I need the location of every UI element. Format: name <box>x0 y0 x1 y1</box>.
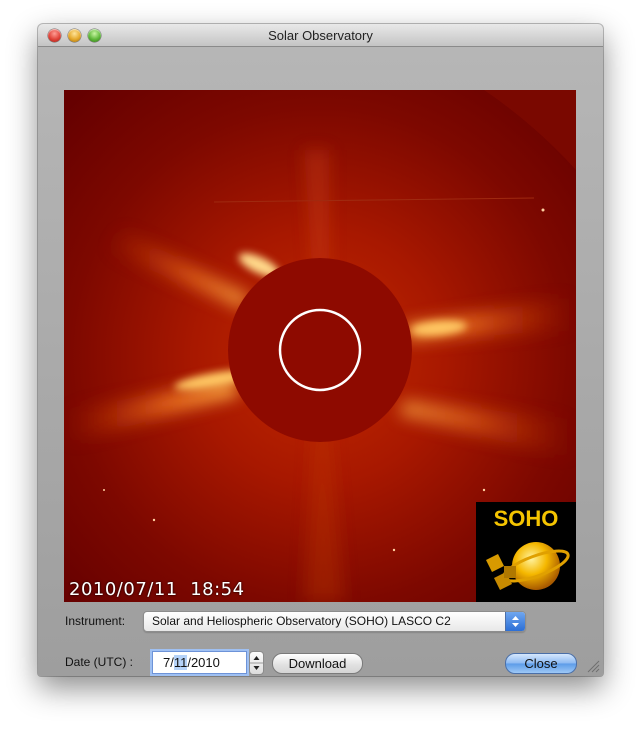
date-value: 7/11/2010 <box>163 655 220 670</box>
date-year: /2010 <box>187 655 220 670</box>
date-day-selected[interactable]: 11 <box>173 655 188 670</box>
close-button[interactable]: Close <box>505 653 577 674</box>
date-label: Date (UTC) : <box>65 655 134 669</box>
solar-observatory-window: Solar Observatory 2010/07/11 18:54 SOHO … <box>38 24 603 676</box>
soho-logo: SOHO <box>476 502 576 602</box>
resize-grip-icon[interactable] <box>586 659 600 673</box>
date-month: 7/ <box>163 655 174 670</box>
download-button[interactable]: Download <box>272 653 363 674</box>
image-timestamp: 2010/07/11 18:54 <box>69 579 245 600</box>
satellite-icon <box>486 542 570 590</box>
date-picker[interactable]: 7/11/2010 <box>152 651 247 674</box>
instrument-select-value: Solar and Heliospheric Observatory (SOHO… <box>152 614 451 628</box>
window-content: 2010/07/11 18:54 SOHO Instrument: Solar … <box>38 47 603 676</box>
title-bar[interactable]: Solar Observatory <box>38 24 603 47</box>
popup-arrows-icon <box>505 612 525 631</box>
stepper-icon[interactable] <box>249 651 264 675</box>
instrument-select[interactable]: Solar and Heliospheric Observatory (SOHO… <box>143 611 526 632</box>
solar-image: 2010/07/11 18:54 SOHO <box>64 90 576 602</box>
window-title: Solar Observatory <box>268 28 373 43</box>
instrument-label: Instrument: <box>65 614 126 628</box>
